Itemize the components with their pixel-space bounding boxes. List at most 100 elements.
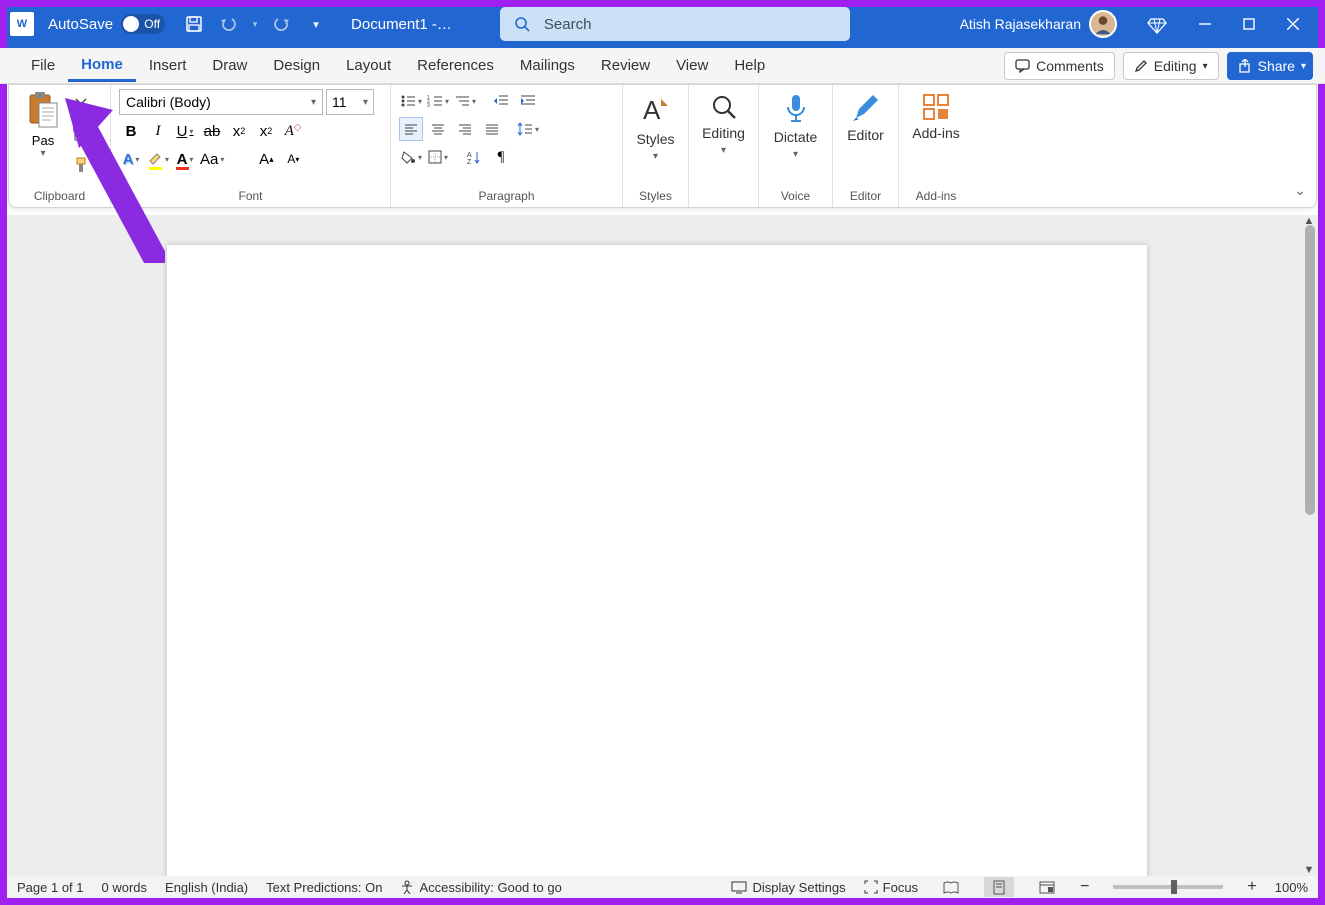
font-size-select[interactable]: 11▾ — [326, 89, 374, 115]
tab-layout[interactable]: Layout — [333, 51, 404, 80]
align-left-button[interactable] — [399, 117, 423, 141]
status-bar: Page 1 of 1 0 words English (India) Text… — [7, 876, 1318, 898]
accessibility-icon — [400, 880, 414, 894]
multilevel-icon — [454, 94, 470, 108]
numbering-button[interactable]: 123▾ — [426, 89, 450, 113]
tab-file[interactable]: File — [18, 51, 68, 80]
web-layout-icon — [1039, 881, 1055, 894]
tab-insert[interactable]: Insert — [136, 51, 200, 80]
bullets-button[interactable]: ▾ — [399, 89, 423, 113]
page-count[interactable]: Page 1 of 1 — [17, 880, 84, 895]
show-marks-button[interactable]: ¶ — [489, 145, 513, 169]
format-painter-button[interactable] — [69, 153, 93, 177]
tab-design[interactable]: Design — [260, 51, 333, 80]
shading-button[interactable]: ▾ — [399, 145, 423, 169]
svg-text:A: A — [467, 152, 472, 159]
tab-draw[interactable]: Draw — [199, 51, 260, 80]
styles-button[interactable]: A Styles ▾ — [631, 89, 680, 187]
clear-formatting-button[interactable]: A◇ — [281, 119, 305, 143]
document-page[interactable] — [167, 245, 1147, 876]
addins-icon — [922, 93, 950, 121]
toggle-switch[interactable]: Off — [121, 14, 165, 34]
editing-group-button[interactable]: Editing ▾ — [697, 89, 750, 187]
tab-references[interactable]: References — [404, 51, 507, 80]
scissors-icon — [73, 97, 89, 113]
text-predictions[interactable]: Text Predictions: On — [266, 880, 382, 895]
scroll-down-icon[interactable]: ▼ — [1303, 864, 1315, 876]
align-center-icon — [431, 123, 445, 135]
zoom-out-button[interactable]: − — [1080, 878, 1089, 896]
justify-button[interactable] — [480, 117, 504, 141]
bucket-icon — [400, 150, 416, 164]
change-case-button[interactable]: Aa▾ — [200, 147, 224, 171]
subscript-button[interactable]: x2 — [227, 119, 251, 143]
styles-icon: A — [641, 93, 671, 127]
dictate-button[interactable]: Dictate ▾ — [767, 89, 824, 187]
shrink-font-button[interactable]: A▾ — [281, 147, 305, 171]
increase-indent-button[interactable] — [516, 89, 540, 113]
underline-button[interactable]: U▾ — [173, 119, 197, 143]
sort-button[interactable]: AZ — [462, 145, 486, 169]
chevron-down-icon: ▾ — [1301, 61, 1306, 72]
addins-button[interactable]: Add-ins — [907, 89, 965, 187]
ribbon-tabs: File Home Insert Draw Design Layout Refe… — [0, 48, 1325, 84]
focus-mode[interactable]: Focus — [864, 880, 918, 895]
grow-font-button[interactable]: A▴ — [254, 147, 278, 171]
bold-button[interactable]: B — [119, 119, 143, 143]
language[interactable]: English (India) — [165, 880, 248, 895]
web-layout-button[interactable] — [1032, 877, 1062, 897]
italic-button[interactable]: I — [146, 119, 170, 143]
tab-view[interactable]: View — [663, 51, 721, 80]
chevron-down-icon: ▾ — [721, 145, 726, 156]
clipboard-icon — [27, 91, 59, 131]
microphone-icon — [783, 93, 809, 125]
zoom-slider[interactable] — [1113, 885, 1223, 889]
font-name-select[interactable]: Calibri (Body)▾ — [119, 89, 323, 115]
chevron-down-icon: ▾ — [793, 149, 798, 160]
bullets-icon — [400, 94, 416, 108]
align-center-button[interactable] — [426, 117, 450, 141]
word-count[interactable]: 0 words — [102, 880, 148, 895]
paste-button[interactable]: Pas ▾ — [17, 89, 69, 187]
comment-icon — [1015, 59, 1030, 73]
share-button[interactable]: Share ▾ — [1227, 52, 1313, 80]
zoom-level[interactable]: 100% — [1275, 880, 1308, 895]
document-area: ▲ ▼ — [7, 215, 1318, 876]
editing-mode-button[interactable]: Editing ▾ — [1123, 52, 1219, 80]
share-icon — [1238, 59, 1252, 73]
read-mode-button[interactable] — [936, 877, 966, 897]
svg-text:A: A — [643, 95, 661, 125]
multilevel-list-button[interactable]: ▾ — [453, 89, 477, 113]
display-settings[interactable]: Display Settings — [731, 880, 845, 895]
cut-button[interactable] — [69, 93, 93, 117]
decrease-indent-button[interactable] — [489, 89, 513, 113]
text-effects-button[interactable]: A▾ — [119, 147, 143, 171]
align-right-button[interactable] — [453, 117, 477, 141]
editor-button[interactable]: Editor — [841, 89, 890, 187]
indent-icon — [520, 94, 536, 108]
vertical-scrollbar[interactable]: ▲ ▼ — [1300, 215, 1318, 876]
tab-mailings[interactable]: Mailings — [507, 51, 588, 80]
print-layout-icon — [992, 880, 1006, 895]
zoom-in-button[interactable]: + — [1247, 878, 1256, 896]
strikethrough-button[interactable]: ab — [200, 119, 224, 143]
line-spacing-button[interactable]: ▾ — [516, 117, 540, 141]
print-layout-button[interactable] — [984, 877, 1014, 897]
svg-text:3: 3 — [427, 103, 430, 108]
tab-review[interactable]: Review — [588, 51, 663, 80]
copy-button[interactable] — [69, 123, 93, 147]
highlight-button[interactable]: ▾ — [146, 147, 170, 171]
group-label-clipboard: Clipboard — [17, 187, 102, 205]
zoom-slider-thumb[interactable] — [1171, 880, 1177, 894]
group-label-addins: Add-ins — [907, 187, 965, 205]
focus-icon — [864, 880, 878, 894]
accessibility-status[interactable]: Accessibility: Good to go — [400, 880, 561, 895]
font-color-button[interactable]: A▾ — [173, 147, 197, 171]
comments-button[interactable]: Comments — [1004, 52, 1115, 80]
superscript-button[interactable]: x2 — [254, 119, 278, 143]
borders-button[interactable]: ▾ — [426, 145, 450, 169]
scrollbar-thumb[interactable] — [1305, 225, 1315, 515]
collapse-ribbon-button[interactable]: ⌄ — [1294, 182, 1306, 199]
tab-home[interactable]: Home — [68, 50, 136, 82]
tab-help[interactable]: Help — [721, 51, 778, 80]
